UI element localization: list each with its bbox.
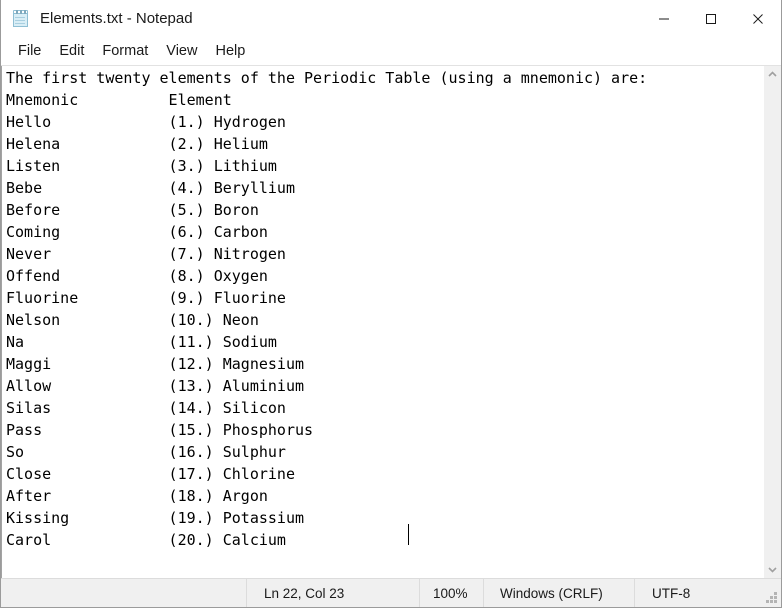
resize-grip-icon[interactable] — [766, 592, 778, 604]
status-cursor-position[interactable]: Ln 22, Col 23 — [246, 579, 419, 607]
menu-bar: File Edit Format View Help — [1, 38, 781, 65]
scroll-down-button[interactable] — [764, 561, 781, 578]
menu-item-format[interactable]: Format — [93, 40, 157, 64]
text-caret — [408, 524, 409, 545]
title-bar: Elements.txt - Notepad — [1, 0, 781, 38]
minimize-icon — [658, 18, 669, 20]
status-zoom-level[interactable]: 100% — [419, 579, 483, 607]
minimize-button[interactable] — [640, 0, 687, 38]
text-editor[interactable]: The first twenty elements of the Periodi… — [1, 66, 763, 578]
close-button[interactable] — [734, 0, 781, 38]
chevron-down-icon — [768, 567, 777, 573]
notepad-window: Elements.txt - Notepad File Edit Format … — [0, 0, 782, 608]
scroll-up-button[interactable] — [764, 66, 781, 83]
maximize-button[interactable] — [687, 0, 734, 38]
document-text: The first twenty elements of the Periodi… — [6, 69, 648, 549]
status-bar: Ln 22, Col 23 100% Windows (CRLF) UTF-8 — [1, 578, 781, 607]
editor-region: The first twenty elements of the Periodi… — [1, 65, 781, 578]
status-line-ending[interactable]: Windows (CRLF) — [483, 579, 634, 607]
menu-item-file[interactable]: File — [9, 40, 50, 64]
menu-item-help[interactable]: Help — [206, 40, 254, 64]
window-title: Elements.txt - Notepad — [40, 10, 193, 27]
notepad-icon — [12, 10, 30, 28]
menu-item-edit[interactable]: Edit — [50, 40, 93, 64]
close-icon — [752, 14, 763, 24]
window-controls — [640, 0, 781, 38]
scrollbar-track[interactable] — [764, 83, 781, 561]
title-bar-left: Elements.txt - Notepad — [1, 10, 640, 28]
vertical-scrollbar[interactable] — [763, 66, 781, 578]
status-bar-spacer — [1, 579, 246, 607]
maximize-icon — [705, 14, 716, 24]
chevron-up-icon — [768, 71, 777, 77]
status-encoding[interactable]: UTF-8 — [634, 579, 781, 607]
menu-item-view[interactable]: View — [157, 40, 206, 64]
